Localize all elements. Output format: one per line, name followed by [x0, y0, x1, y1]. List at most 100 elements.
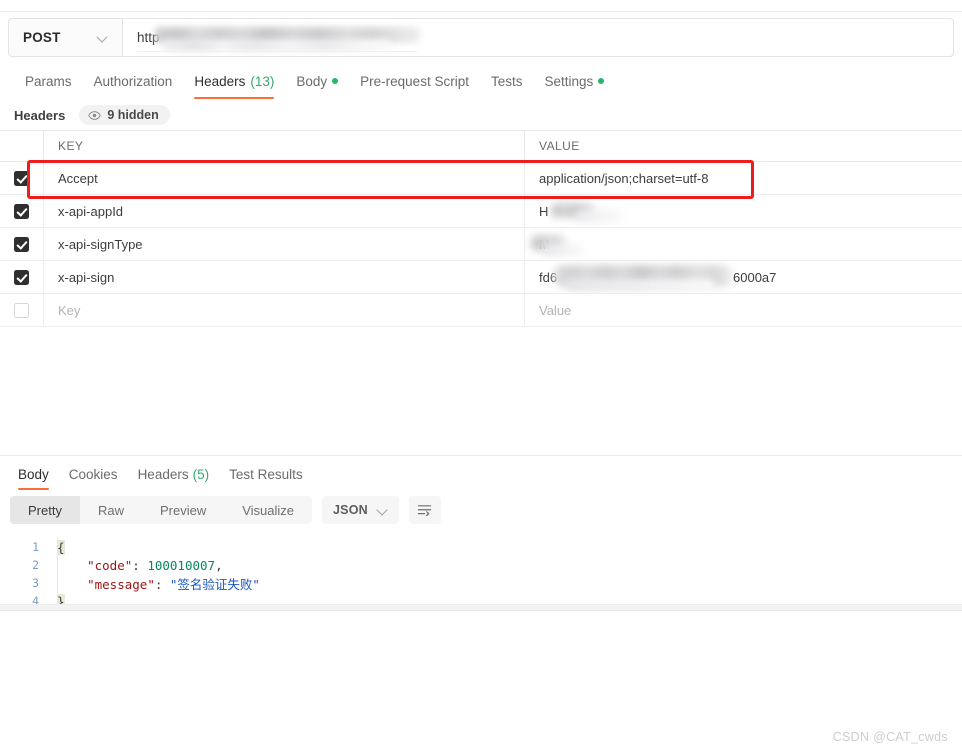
eye-icon — [88, 110, 102, 120]
json-value-code: 100010007 — [147, 557, 216, 573]
response-horizontal-scrollbar[interactable] — [0, 604, 962, 611]
row-key-cell[interactable]: x-api-signType — [44, 228, 525, 260]
http-method-label: POST — [23, 30, 61, 45]
line-number: 3 — [32, 576, 39, 590]
code-line: 1 { — [0, 538, 962, 556]
row-value-cell[interactable]: H — [525, 195, 962, 227]
tab-settings-label: Settings — [544, 73, 594, 89]
response-view-controls: Pretty Raw Preview Visualize JSON — [10, 496, 441, 524]
new-row-key-placeholder: Key — [58, 302, 81, 318]
response-tab-headers-label: Headers — [137, 466, 189, 482]
table-row[interactable]: x-api-appId H — [0, 195, 962, 228]
row-enabled-checkbox[interactable] — [14, 170, 29, 186]
view-mode-preview[interactable]: Preview — [142, 496, 224, 524]
row-checkbox-cell — [0, 261, 44, 293]
url-input[interactable]: http — [123, 19, 953, 56]
chevron-down-icon — [377, 505, 388, 516]
row-key-cell[interactable]: x-api-sign — [44, 261, 525, 293]
row-checkbox-cell — [0, 228, 44, 260]
response-format-label: JSON — [333, 503, 368, 517]
row-value-cell[interactable]: application/json;charset=utf-8 — [525, 162, 962, 194]
url-redaction-blur-secondary — [163, 40, 391, 51]
row-enabled-checkbox[interactable] — [14, 269, 29, 285]
response-format-selector[interactable]: JSON — [322, 496, 399, 524]
tab-headers[interactable]: Headers (13) — [183, 66, 285, 99]
header-checkbox-column — [0, 131, 44, 161]
response-divider — [0, 455, 962, 456]
headers-subbar: Headers 9 hidden — [0, 100, 962, 130]
headers-section-title: Headers — [14, 107, 66, 123]
row-value-cell[interactable]: M — [525, 228, 962, 260]
tab-authorization[interactable]: Authorization — [83, 66, 184, 96]
chevron-down-icon — [97, 32, 108, 43]
column-header-value: VALUE — [525, 131, 962, 161]
response-tab-body-active-underline — [18, 488, 49, 490]
table-row[interactable]: x-api-signType M — [0, 228, 962, 261]
tab-pre-request-script[interactable]: Pre-request Script — [349, 66, 480, 96]
table-row[interactable]: Accept application/json;charset=utf-8 — [0, 162, 962, 195]
response-view-mode-group: Pretty Raw Preview Visualize — [10, 496, 313, 524]
row-checkbox-cell — [0, 294, 44, 326]
row-key-cell[interactable]: Key — [44, 294, 525, 326]
wrap-text-icon — [418, 505, 432, 517]
tab-body-label: Body — [296, 73, 328, 89]
response-tab-test-results[interactable]: Test Results — [219, 461, 313, 487]
code-line-text: { — [47, 539, 65, 555]
json-key-message: "message" — [87, 576, 155, 592]
view-mode-pretty-label: Pretty — [28, 502, 62, 518]
response-body-viewer[interactable]: 1 { 2 "code": 100010007, 3 "message": "签… — [0, 538, 962, 609]
table-row[interactable]: x-api-sign fd6 6000a7 — [0, 261, 962, 294]
code-line-text: "code": 100010007, — [47, 557, 222, 573]
tab-body[interactable]: Body — [285, 66, 349, 96]
column-header-key-label: KEY — [58, 139, 84, 153]
code-line: 2 "code": 100010007, — [0, 556, 962, 574]
row-value-text: application/json;charset=utf-8 — [539, 170, 709, 186]
code-line-text: "message": "签名验证失败" — [47, 574, 260, 593]
json-colon: : — [154, 576, 170, 592]
response-tab-test-results-label: Test Results — [229, 466, 303, 482]
view-mode-raw[interactable]: Raw — [80, 496, 142, 524]
row-enabled-checkbox[interactable] — [14, 302, 29, 318]
line-number: 1 — [32, 540, 39, 554]
table-row-new[interactable]: Key Value — [0, 294, 962, 327]
row-key-text: Accept — [58, 170, 98, 186]
wrap-lines-button[interactable] — [408, 496, 441, 524]
row-value-cell[interactable]: Value — [525, 294, 962, 326]
response-tab-cookies-label: Cookies — [68, 466, 118, 482]
postman-window: POST http Params Authorization Headers (… — [0, 0, 962, 756]
tab-headers-count: (13) — [250, 73, 275, 89]
tab-tests[interactable]: Tests — [480, 66, 534, 96]
row-value-redaction-blur-secondary — [565, 279, 715, 291]
view-mode-visualize[interactable]: Visualize — [224, 496, 312, 524]
code-line: 3 "message": "签名验证失败" — [0, 574, 962, 592]
tab-tests-label: Tests — [490, 73, 523, 89]
row-key-text: x-api-appId — [58, 203, 124, 219]
response-tab-headers[interactable]: Headers (5) — [128, 461, 220, 487]
headers-table: KEY VALUE Accept application/json;charse… — [0, 130, 962, 327]
response-tab-body[interactable]: Body — [8, 461, 59, 490]
hidden-headers-toggle[interactable]: 9 hidden — [79, 105, 170, 125]
http-method-selector[interactable]: POST — [9, 19, 123, 56]
row-key-cell[interactable]: x-api-appId — [44, 195, 525, 227]
response-tab-headers-count: (5) — [192, 466, 210, 482]
tab-headers-label: Headers — [194, 73, 246, 89]
response-tab-cookies[interactable]: Cookies — [59, 461, 128, 487]
row-value-redaction-blur-secondary — [575, 210, 625, 222]
row-value-cell[interactable]: fd6 6000a7 — [525, 261, 962, 293]
new-row-value-placeholder: Value — [539, 302, 572, 318]
row-enabled-checkbox[interactable] — [14, 236, 29, 252]
view-mode-pretty[interactable]: Pretty — [10, 496, 80, 524]
view-mode-raw-label: Raw — [97, 502, 124, 518]
settings-modified-dot-icon — [598, 78, 605, 84]
response-tab-body-label: Body — [18, 466, 49, 482]
row-checkbox-cell — [0, 162, 44, 194]
row-key-cell[interactable]: Accept — [44, 162, 525, 194]
request-url-bar: POST http — [8, 18, 954, 57]
tab-settings[interactable]: Settings — [533, 66, 615, 96]
row-key-text: x-api-sign — [58, 269, 115, 285]
tab-params[interactable]: Params — [14, 66, 83, 96]
row-enabled-checkbox[interactable] — [14, 203, 29, 219]
body-modified-dot-icon — [332, 78, 339, 84]
